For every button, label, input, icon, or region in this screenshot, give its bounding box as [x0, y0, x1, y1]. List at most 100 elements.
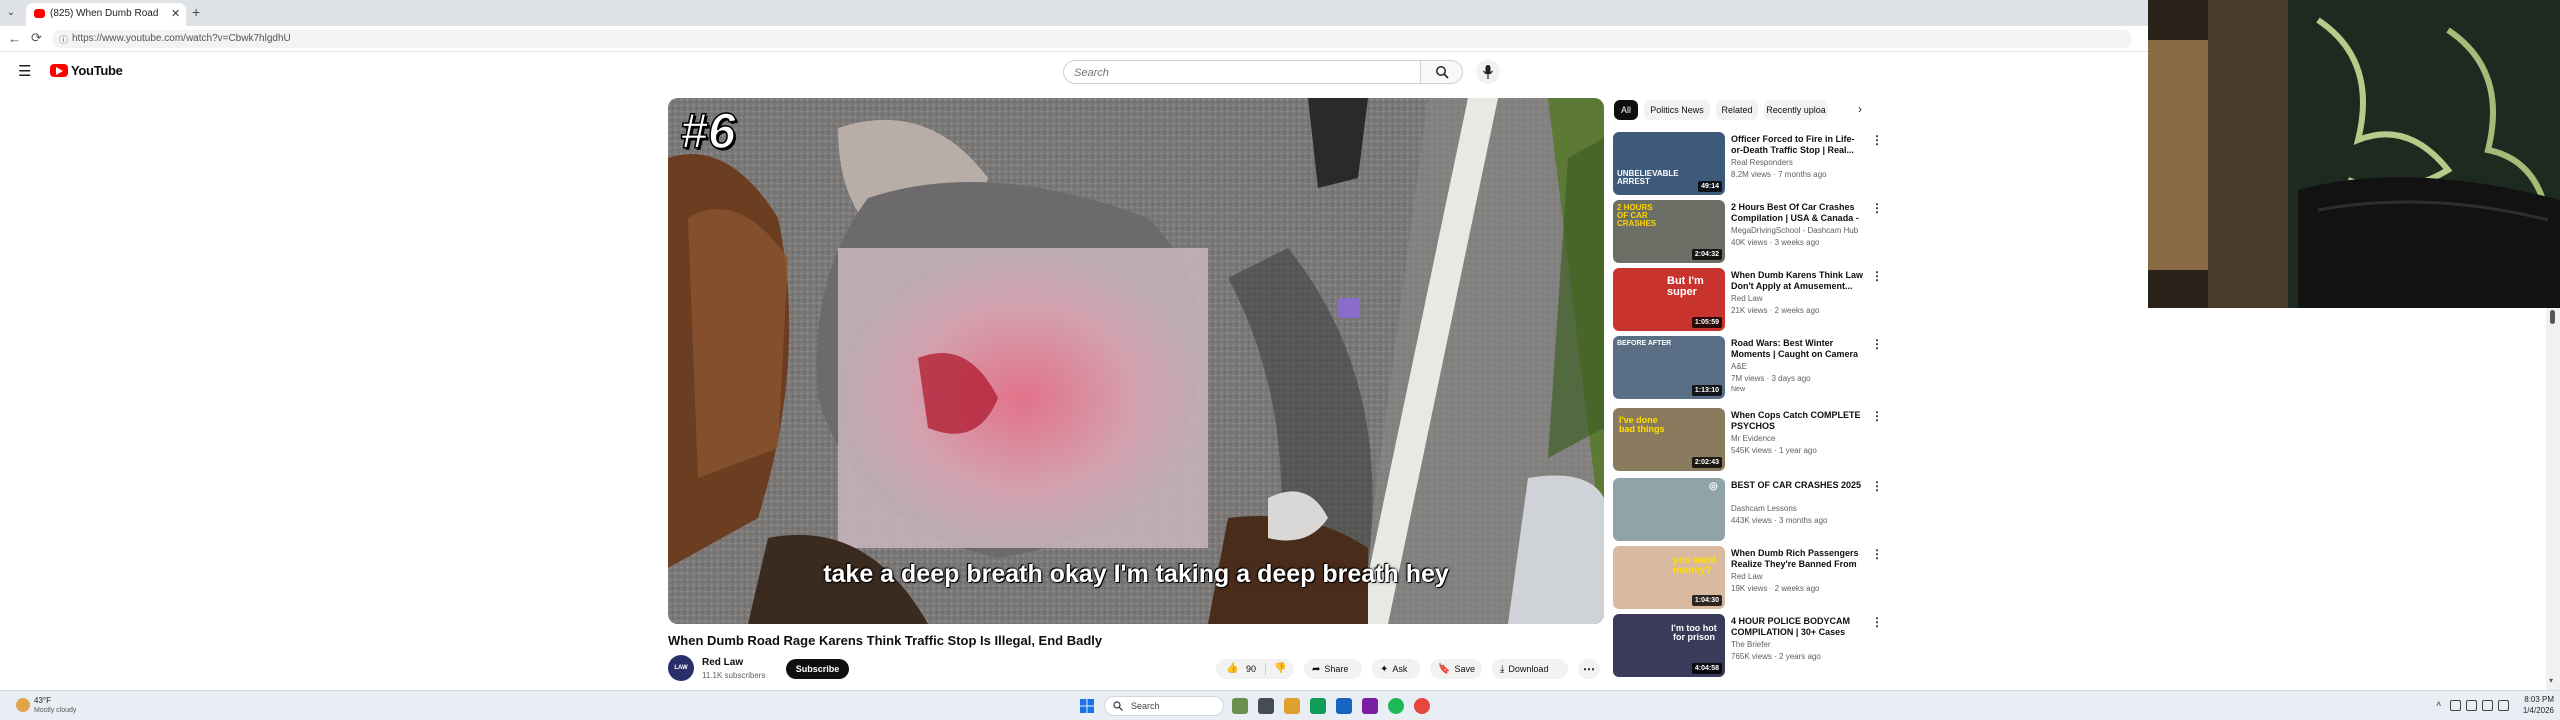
recommendation-channel[interactable]: MegaDrivingSchool - Dashcam Hub — [1731, 226, 1863, 235]
weather-icon[interactable] — [16, 698, 30, 712]
webcam-overlay — [2148, 0, 2560, 308]
ask-button[interactable]: ✦ Ask — [1372, 659, 1420, 679]
kebab-menu-icon[interactable]: ⋮ — [1871, 616, 1883, 630]
search-button[interactable] — [1421, 60, 1463, 84]
chrome-icon[interactable] — [1414, 698, 1430, 714]
video-thumbnail[interactable]: ◎ — [1613, 478, 1725, 541]
youtube-wordmark[interactable]: YouTube — [71, 63, 123, 78]
video-thumbnail[interactable]: you want money? 1:04:30 — [1613, 546, 1725, 609]
kebab-menu-icon[interactable]: ⋮ — [1871, 134, 1883, 148]
recommendation-item[interactable]: UNBELIEVABLE ARREST 49:14 Officer Forced… — [1613, 132, 1885, 196]
battery-icon[interactable] — [2498, 700, 2509, 711]
recommendation-title[interactable]: When Cops Catch COMPLETE PSYCHOS — [1731, 410, 1863, 432]
tab-close-icon[interactable]: ✕ — [171, 7, 180, 20]
chevron-right-icon[interactable]: › — [1858, 102, 1862, 116]
video-thumbnail[interactable]: I've done bad things 2:02:43 — [1613, 408, 1725, 471]
task-view-icon[interactable] — [1258, 698, 1274, 714]
like-dislike-group: 👍 90 👎 — [1216, 659, 1294, 679]
video-thumbnail[interactable]: UNBELIEVABLE ARREST 49:14 — [1613, 132, 1725, 195]
clock-date[interactable]: 1/4/2026 — [2514, 706, 2554, 715]
chip-related[interactable]: Related — [1716, 100, 1758, 120]
clock-time[interactable]: 8:03 PM — [2520, 695, 2554, 704]
spotify-icon[interactable] — [1388, 698, 1404, 714]
recommendation-channel[interactable]: Real Responders — [1731, 158, 1863, 167]
tray-overflow-chevron-icon[interactable]: ˄ — [2436, 699, 2441, 709]
recommendation-item[interactable]: you want money? 1:04:30 When Dumb Rich P… — [1613, 546, 1885, 610]
recommendation-title[interactable]: 4 HOUR POLICE BODYCAM COMPILATION | 30+ … — [1731, 616, 1863, 638]
recommendation-title[interactable]: Road Wars: Best Winter Moments | Caught … — [1731, 338, 1863, 360]
channel-avatar[interactable]: LAW — [668, 655, 694, 681]
video-thumbnail[interactable]: BEFORE AFTER 1:13:10 — [1613, 336, 1725, 399]
kebab-menu-icon[interactable]: ⋮ — [1871, 480, 1883, 494]
voice-search-button[interactable] — [1476, 60, 1500, 84]
widgets-app-icon[interactable] — [1232, 698, 1248, 714]
recommendation-item[interactable]: I've done bad things 2:02:43 When Cops C… — [1613, 408, 1885, 472]
recommendation-item[interactable]: I'm too hot for prison 4:04:58 4 HOUR PO… — [1613, 614, 1885, 678]
teams-icon[interactable] — [1362, 698, 1378, 714]
scroll-down-arrow-icon[interactable]: ▾ — [2549, 676, 2553, 685]
network-icon[interactable] — [2466, 700, 2477, 711]
recommendation-channel[interactable]: The Briefer — [1731, 640, 1863, 649]
kebab-menu-icon[interactable]: ⋮ — [1871, 548, 1883, 562]
kebab-menu-icon[interactable]: ⋮ — [1871, 410, 1883, 424]
recommendation-meta: 8.2M views · 7 months ago — [1731, 170, 1827, 179]
recommendation-item[interactable]: But I'm super 1:05:59 When Dumb Karens T… — [1613, 268, 1885, 332]
page-scrollbar[interactable]: ▾ — [2546, 308, 2560, 690]
recommendation-title[interactable]: Officer Forced to Fire in Life-or-Death … — [1731, 134, 1863, 156]
hamburger-menu-icon[interactable]: ☰ — [18, 64, 31, 79]
more-actions-icon[interactable]: ⋯ — [1578, 659, 1600, 679]
recommendation-item[interactable]: 2 HOURS OF CAR CRASHES 2:04:32 2 Hours B… — [1613, 200, 1885, 264]
recommendation-title[interactable]: When Dumb Rich Passengers Realize They'r… — [1731, 548, 1863, 570]
weather-description[interactable]: Mostly cloudy — [34, 707, 76, 714]
new-tab-plus-icon[interactable]: + — [192, 5, 200, 19]
save-button[interactable]: 🔖 Save — [1430, 659, 1482, 679]
url-field[interactable]: ⓘ https://www.youtube.com/watch?v=Cbwk7h… — [52, 30, 2132, 48]
like-count[interactable]: 90 — [1246, 659, 1256, 679]
recommendation-channel[interactable]: Red Law — [1731, 572, 1863, 581]
thumbs-up-icon[interactable]: 👍 — [1226, 659, 1238, 679]
video-thumbnail[interactable]: 2 HOURS OF CAR CRASHES 2:04:32 — [1613, 200, 1725, 263]
recommendation-meta: 19K views · 2 weeks ago — [1731, 584, 1820, 593]
search-box[interactable] — [1063, 60, 1421, 84]
edge-browser-icon[interactable] — [1310, 698, 1326, 714]
recommendation-channel[interactable]: Red Law — [1731, 294, 1863, 303]
video-player[interactable]: #6 take a deep breath okay I'm taking a … — [668, 98, 1604, 624]
youtube-favicon-icon — [34, 9, 45, 18]
file-explorer-icon[interactable] — [1284, 698, 1300, 714]
chip-all[interactable]: All — [1614, 100, 1638, 120]
recommendation-title[interactable]: 2 Hours Best Of Car Crashes Compilation … — [1731, 202, 1863, 224]
outlook-icon[interactable] — [1336, 698, 1352, 714]
video-thumbnail[interactable]: I'm too hot for prison 4:04:58 — [1613, 614, 1725, 677]
chip-politics-news[interactable]: Politics News — [1644, 100, 1710, 120]
channel-name[interactable]: Red Law — [702, 657, 743, 668]
recommendation-channel[interactable]: A&E — [1731, 362, 1863, 371]
reload-icon[interactable]: ⟳ — [31, 30, 42, 46]
windows-start-icon[interactable] — [1080, 699, 1094, 713]
tab-list-chevron-icon[interactable]: ⌄ — [4, 6, 18, 20]
onedrive-icon[interactable] — [2450, 700, 2461, 711]
kebab-menu-icon[interactable]: ⋮ — [1871, 338, 1883, 352]
recommendation-channel[interactable]: Dashcam Lessons — [1731, 504, 1863, 513]
weather-temperature[interactable]: 43°F — [34, 696, 51, 705]
back-arrow-icon[interactable]: ← — [8, 31, 21, 46]
kebab-menu-icon[interactable]: ⋮ — [1871, 202, 1883, 216]
scrollbar-thumb[interactable] — [2550, 310, 2555, 324]
kebab-menu-icon[interactable]: ⋮ — [1871, 270, 1883, 284]
recommendation-title[interactable]: BEST OF CAR CRASHES 2025 — [1731, 480, 1863, 491]
video-thumbnail[interactable]: But I'm super 1:05:59 — [1613, 268, 1725, 331]
recommendation-item[interactable]: ◎ BEST OF CAR CRASHES 2025 Dashcam Lesso… — [1613, 478, 1885, 542]
subscribe-button[interactable]: Subscribe — [786, 659, 849, 679]
recommendation-channel[interactable]: Mr Evidence — [1731, 434, 1863, 443]
browser-tab-active[interactable]: (825) When Dumb Road Rag ✕ — [26, 3, 186, 26]
recommendation-item[interactable]: BEFORE AFTER 1:13:10 Road Wars: Best Win… — [1613, 336, 1885, 400]
recommendation-title[interactable]: When Dumb Karens Think Law Don't Apply a… — [1731, 270, 1863, 292]
thumbs-down-icon[interactable]: 👎 — [1274, 659, 1286, 679]
chip-recently-uploaded[interactable]: Recently uploa — [1764, 100, 1828, 120]
site-info-icon[interactable]: ⓘ — [59, 33, 68, 46]
volume-icon[interactable] — [2482, 700, 2493, 711]
taskbar-search-box[interactable]: Search — [1104, 696, 1224, 716]
search-input[interactable] — [1074, 65, 1404, 80]
download-button[interactable]: ⤓ Download — [1492, 659, 1568, 679]
share-button[interactable]: ➦ Share — [1304, 659, 1362, 679]
youtube-logo-icon[interactable] — [50, 64, 68, 77]
